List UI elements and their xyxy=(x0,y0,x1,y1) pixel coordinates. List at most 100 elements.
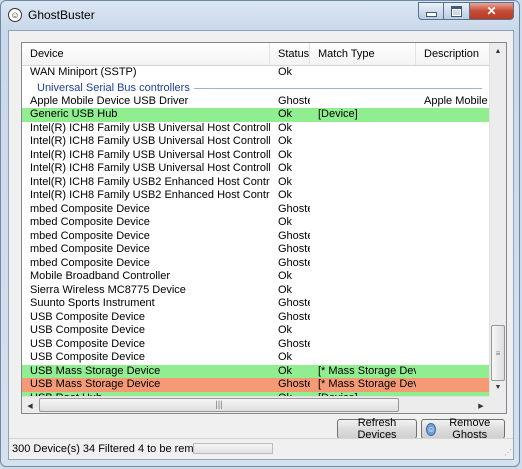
match-type-cell: [Device] xyxy=(318,108,358,120)
table-row[interactable]: USB Composite Device Ok xyxy=(22,324,490,338)
table-row[interactable]: WAN Miniport (SSTP) Ok xyxy=(22,66,490,80)
status-cell: Ghosted xyxy=(278,229,310,242)
status-cell: Ok xyxy=(278,135,293,147)
status-cell: Ghosted xyxy=(278,256,310,269)
device-cell: Intel(R) ICH8 Family USB2 Enhanced Host … xyxy=(30,175,270,188)
description-cell: Apple Mobile Dev xyxy=(424,94,496,107)
minimize-icon xyxy=(425,11,437,17)
remove-ghosts-button[interactable]: ☺ Remove Ghosts xyxy=(421,417,505,441)
device-cell: Intel(R) ICH8 Family USB2 Enhanced Host … xyxy=(30,189,270,201)
table-row[interactable]: mbed Composite Device Ghosted xyxy=(22,257,490,271)
status-cell: Ok xyxy=(278,270,293,282)
device-cell: Intel(R) ICH8 Family USB Universal Host … xyxy=(30,135,270,147)
device-cell: Generic USB Hub xyxy=(30,108,118,120)
table-row[interactable]: Intel(R) ICH8 Family USB2 Enhanced Host … xyxy=(22,176,490,190)
table-row[interactable]: mbed Composite Device Ok xyxy=(22,216,490,230)
device-cell: USB Mass Storage Device xyxy=(30,364,161,377)
device-cell: mbed Composite Device xyxy=(30,216,150,228)
window-title: GhostBuster xyxy=(28,8,95,22)
horizontal-scrollbar[interactable]: ◀ ||| ▶ xyxy=(22,396,490,413)
vertical-scrollbar[interactable]: ▲ ≡ ▼ xyxy=(489,43,506,396)
match-type-cell: [* Mass Storage Device] xyxy=(318,364,416,377)
status-cell: Ok xyxy=(278,66,293,78)
scroll-down-arrow-icon[interactable]: ▼ xyxy=(490,379,506,396)
scroll-up-arrow-icon[interactable]: ▲ xyxy=(490,43,506,60)
device-cell: mbed Composite Device xyxy=(30,256,150,269)
table-row[interactable]: USB Mass Storage Device Ok [* Mass Storage… xyxy=(22,364,490,378)
status-cell: Ok xyxy=(278,189,293,201)
device-cell: Intel(R) ICH8 Family USB Universal Host … xyxy=(30,148,270,161)
status-cell: Ok xyxy=(278,121,293,134)
column-header-status[interactable]: Status xyxy=(270,43,310,65)
device-list[interactable]: Device Status Match Type Description WAN… xyxy=(21,42,507,414)
status-cell: Ghosted xyxy=(278,378,310,390)
list-rows: WAN Miniport (SSTP) Ok Universal Serial … xyxy=(22,66,496,405)
scroll-left-arrow-icon[interactable]: ◀ xyxy=(22,397,38,413)
app-window: ☺ GhostBuster ✕ Device Status Match Type… xyxy=(0,0,520,467)
resize-grip-icon[interactable]: ⋰ xyxy=(504,448,512,457)
device-cell: Suunto Sports Instrument xyxy=(30,297,155,309)
group-divider xyxy=(182,87,482,89)
device-cell: Mobile Broadband Controller xyxy=(30,270,171,282)
table-row[interactable]: USB Composite Device Ghosted xyxy=(22,311,490,325)
device-cell: USB Composite Device xyxy=(30,337,145,350)
column-header-description[interactable]: Description xyxy=(416,43,490,65)
horizontal-scroll-thumb[interactable]: ||| xyxy=(39,398,399,412)
device-cell: mbed Composite Device xyxy=(30,229,150,242)
scroll-corner xyxy=(489,396,506,413)
column-header-device[interactable]: Device xyxy=(22,43,270,65)
status-cell: Ghosted xyxy=(278,297,310,309)
table-row[interactable]: mbed Composite Device Ghosted xyxy=(22,230,490,244)
device-cell: Apple Mobile Device USB Driver xyxy=(30,94,189,107)
table-row[interactable]: Intel(R) ICH8 Family USB Universal Host … xyxy=(22,135,490,149)
close-button[interactable]: ✕ xyxy=(470,2,514,20)
status-cell: Ok xyxy=(278,108,293,120)
close-icon: ✕ xyxy=(486,4,497,18)
status-text: 300 Device(s) 34 Filtered 4 to be remove… xyxy=(12,443,218,455)
device-cell: USB Composite Device xyxy=(30,310,145,323)
device-cell: mbed Composite Device xyxy=(30,243,150,255)
table-row[interactable]: mbed Composite Device Ghosted xyxy=(22,243,490,257)
status-cell: Ok xyxy=(278,364,293,377)
client-area: Device Status Match Type Description WAN… xyxy=(8,30,514,460)
status-cell: Ghosted xyxy=(278,337,310,350)
minimize-button[interactable] xyxy=(418,2,444,20)
title-bar[interactable]: ☺ GhostBuster ✕ xyxy=(1,1,519,29)
table-row[interactable]: Sierra Wireless MC8775 Device Ok xyxy=(22,284,490,298)
column-header-match-type[interactable]: Match Type xyxy=(310,43,416,65)
match-type-cell: [* Mass Storage Device] xyxy=(318,378,416,390)
scroll-right-arrow-icon[interactable]: ▶ xyxy=(473,397,489,413)
status-cell: Ghosted xyxy=(278,202,310,215)
device-cell: WAN Miniport (SSTP) xyxy=(30,66,137,78)
status-cell: Ok xyxy=(278,162,293,174)
status-bar: 300 Device(s) 34 Filtered 4 to be remove… xyxy=(9,438,513,459)
device-cell: Intel(R) ICH8 Family USB Universal Host … xyxy=(30,162,270,174)
status-cell: Ok xyxy=(278,148,293,161)
table-row[interactable]: Intel(R) ICH8 Family USB Universal Host … xyxy=(22,162,490,176)
table-row[interactable]: Generic USB Hub Ok [Device] xyxy=(22,108,490,122)
group-label: Universal Serial Bus controllers xyxy=(37,80,194,96)
table-row[interactable]: Intel(R) ICH8 Family USB Universal Host … xyxy=(22,122,490,136)
status-cell: Ok xyxy=(278,175,293,188)
list-header: Device Status Match Type Description xyxy=(22,43,490,66)
group-header[interactable]: Universal Serial Bus controllers xyxy=(22,80,490,96)
table-row[interactable]: Intel(R) ICH8 Family USB2 Enhanced Host … xyxy=(22,189,490,203)
table-row[interactable]: USB Composite Device Ghosted xyxy=(22,338,490,352)
device-cell: Intel(R) ICH8 Family USB Universal Host … xyxy=(30,121,270,134)
table-row[interactable]: Mobile Broadband Controller Ok xyxy=(22,270,490,284)
progress-bar xyxy=(193,443,273,454)
table-row[interactable]: Intel(R) ICH8 Family USB Universal Host … xyxy=(22,149,490,163)
status-cell: Ok xyxy=(278,216,293,228)
table-row[interactable]: Suunto Sports Instrument Ghosted xyxy=(22,297,490,311)
table-row[interactable]: USB Mass Storage Device Ghosted [* Mass St… xyxy=(22,378,490,392)
vertical-scroll-thumb[interactable]: ≡ xyxy=(491,325,505,381)
refresh-devices-button[interactable]: Refresh Devices xyxy=(337,417,417,441)
device-cell: Sierra Wireless MC8775 Device xyxy=(30,283,186,296)
maximize-button[interactable] xyxy=(444,2,470,20)
table-row[interactable]: Apple Mobile Device USB Driver Ghosted App… xyxy=(22,94,496,109)
ghost-app-icon: ☺ xyxy=(8,8,22,22)
table-row[interactable]: USB Composite Device Ok xyxy=(22,351,490,365)
device-cell: USB Mass Storage Device xyxy=(30,378,161,390)
table-row[interactable]: mbed Composite Device Ghosted xyxy=(22,203,490,217)
status-cell: Ok xyxy=(278,283,293,296)
